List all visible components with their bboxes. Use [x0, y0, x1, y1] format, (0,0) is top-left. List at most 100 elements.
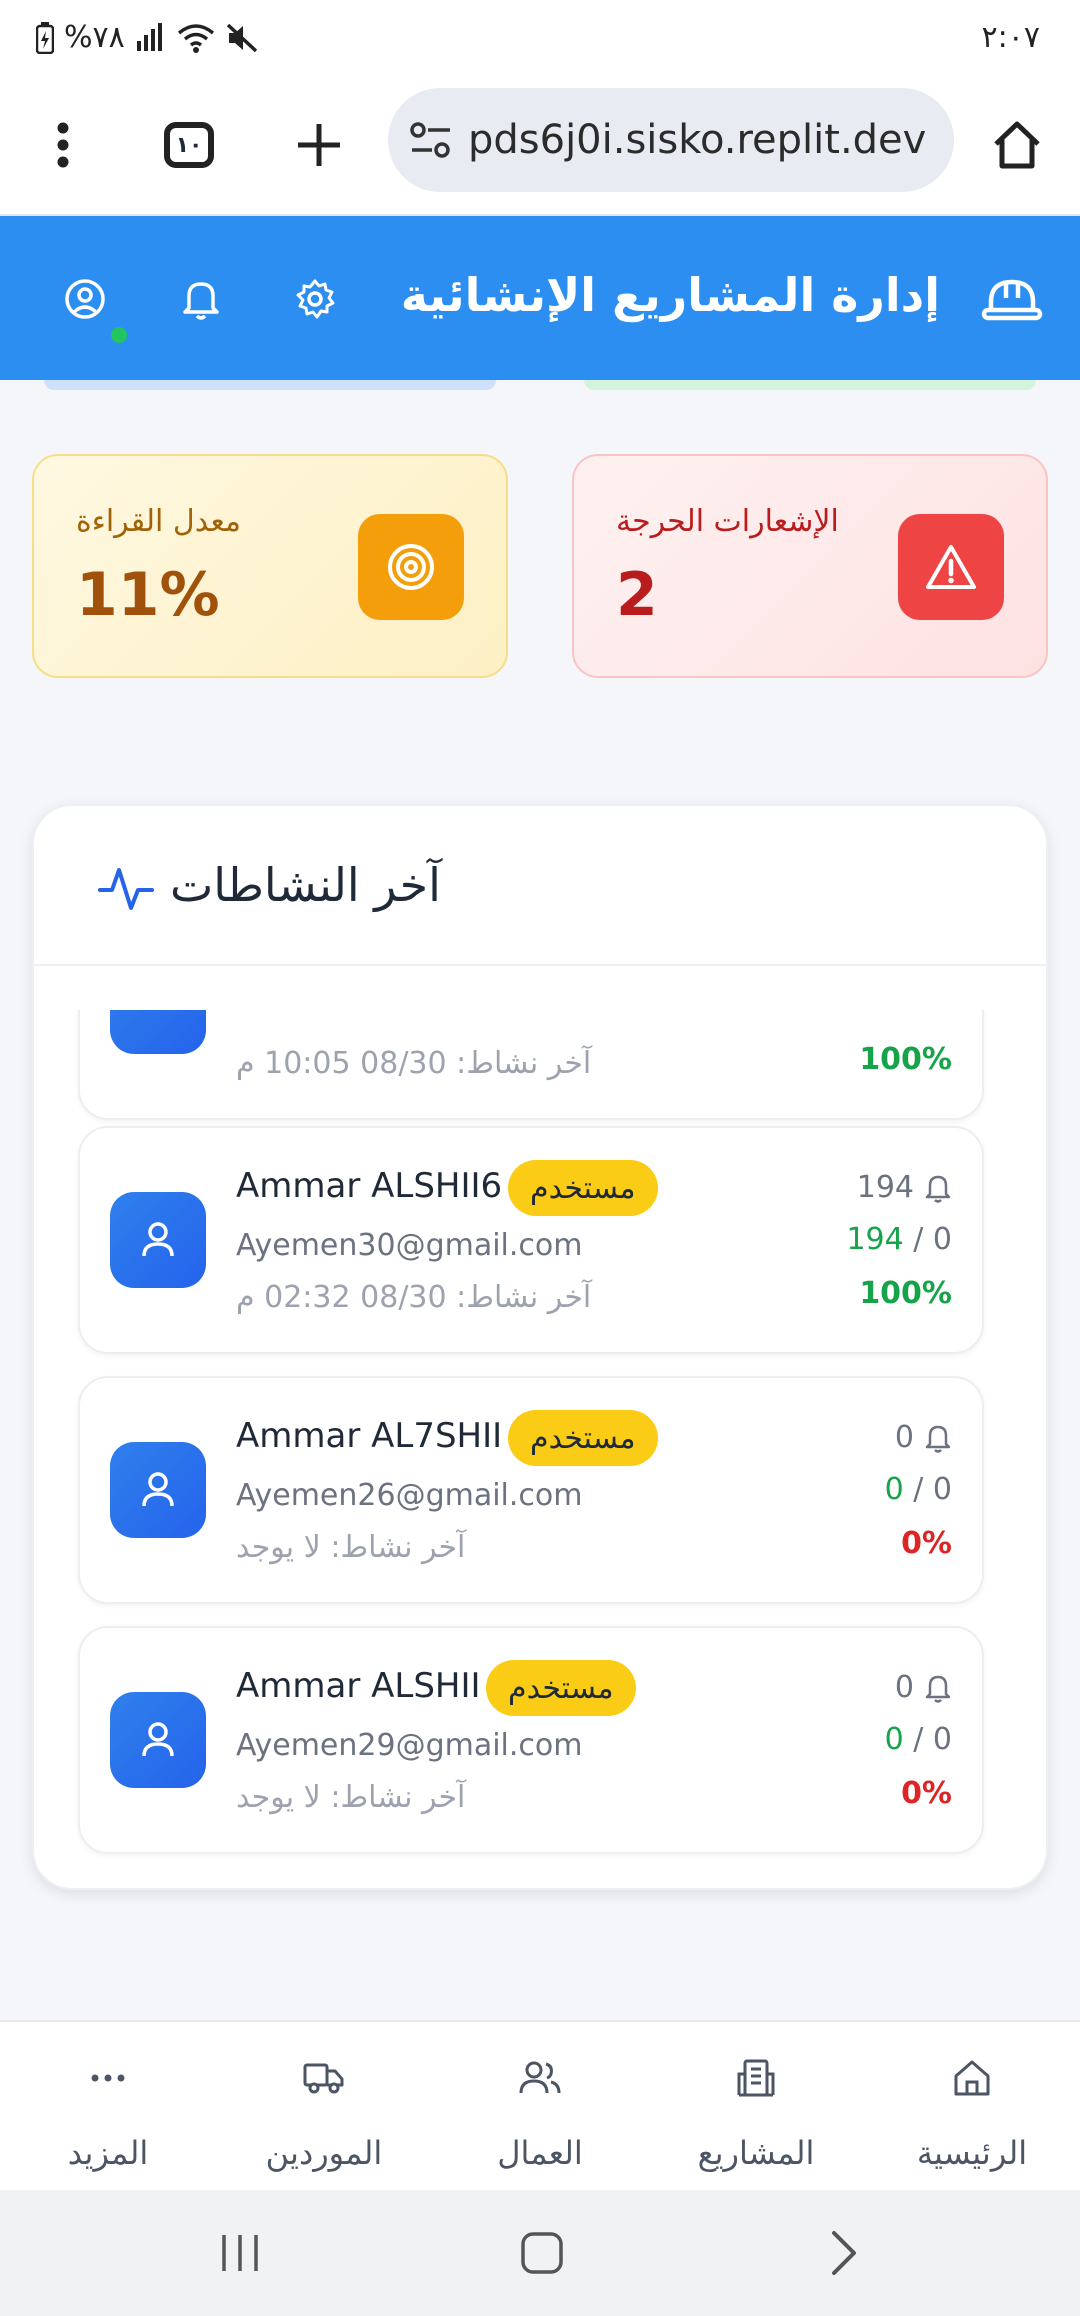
- browser-menu-icon[interactable]: [28, 110, 98, 180]
- notification-count: 194: [857, 1170, 952, 1205]
- notification-count: 0: [895, 1420, 952, 1455]
- mute-icon: [226, 23, 257, 52]
- nav-label-suppliers: الموردين: [265, 2134, 383, 2172]
- read-count: 0: [932, 1222, 952, 1257]
- activity-pulse-icon: [98, 868, 154, 910]
- nav-label-home: الرئيسية: [916, 2134, 1028, 2172]
- status-bar: %٧٨ ٢:٠٧: [0, 0, 1080, 80]
- user-email: Ayemen30@gmail.com: [236, 1228, 583, 1263]
- bell-icon[interactable]: [166, 264, 236, 334]
- nav-item-more[interactable]: المزيد: [0, 2022, 216, 2192]
- panel-header: آخر النشاطات: [34, 806, 1046, 966]
- user-name: Ammar AL7SHII: [236, 1416, 503, 1456]
- bell-outline-icon: [925, 1175, 951, 1203]
- read-percent: 100%: [859, 1276, 952, 1311]
- app-title: إدارة المشاريع الإنشائية: [400, 268, 940, 322]
- read-rate-card: معدل القراءة 11%: [32, 454, 508, 678]
- notification-count: 0: [895, 1670, 952, 1705]
- critical-value: 2: [616, 560, 658, 630]
- user-avatar: [110, 1010, 206, 1054]
- recent-apps-icon[interactable]: [200, 2216, 280, 2290]
- read-percent: 0%: [901, 1526, 952, 1561]
- critical-notifications-card: الإشعارات الحرجة 2: [572, 454, 1048, 678]
- user-avatar: [110, 1442, 206, 1538]
- activity-list[interactable]: آخر نشاط: 08/30 10:05 م 100% Ammar ALSHI…: [34, 1010, 1046, 1870]
- tab-count: ١٠: [164, 122, 214, 168]
- user-name: Ammar ALSHII: [236, 1666, 481, 1706]
- activity-card[interactable]: Ammar ALSHII6 مستخدم Ayemen30@gmail.com …: [78, 1126, 984, 1354]
- bell-outline-icon: [925, 1425, 951, 1453]
- nav-item-workers[interactable]: العمال: [432, 2022, 648, 2192]
- status-icons: %٧٨: [36, 20, 259, 55]
- role-badge: مستخدم: [508, 1410, 658, 1466]
- new-tab-icon[interactable]: [284, 110, 354, 180]
- last-activity: آخر نشاط: 08/30 02:32 م: [236, 1280, 592, 1315]
- nav-item-home[interactable]: الرئيسية: [864, 2022, 1080, 2192]
- battery-percent: %٧٨: [64, 20, 125, 55]
- nav-label-projects: المشاريع: [697, 2134, 815, 2172]
- critical-label: الإشعارات الحرجة: [616, 504, 839, 539]
- user-email: Ayemen26@gmail.com: [236, 1478, 583, 1513]
- activity-card[interactable]: Ammar AL7SHII مستخدم Ayemen26@gmail.com …: [78, 1376, 984, 1604]
- profile-icon[interactable]: [50, 264, 120, 334]
- read-percent: 100%: [859, 1042, 952, 1077]
- recent-activities-panel: آخر النشاطات آخر نشاط: 08/30 10:05 م 100…: [32, 804, 1048, 1890]
- bell-outline-icon: [925, 1675, 951, 1703]
- last-activity: آخر نشاط: 08/30 10:05 م: [236, 1046, 592, 1081]
- online-status-dot: [108, 324, 130, 346]
- site-settings-icon[interactable]: [408, 120, 454, 160]
- user-email: Ayemen29@gmail.com: [236, 1728, 583, 1763]
- home-browser-icon[interactable]: [982, 110, 1052, 180]
- sent-count: 0: [884, 1722, 904, 1757]
- activity-card[interactable]: آخر نشاط: 08/30 10:05 م 100%: [78, 1010, 984, 1120]
- users-icon: [510, 2048, 570, 2108]
- user-name: Ammar ALSHII6: [236, 1166, 503, 1206]
- read-count: 0: [932, 1472, 952, 1507]
- sent-count: 194: [846, 1222, 904, 1257]
- warning-triangle-icon: [898, 514, 1004, 620]
- tab-switcher-button[interactable]: ١٠: [154, 110, 224, 180]
- home-square-icon[interactable]: [502, 2216, 582, 2290]
- read-sent-ratio: 0 / 0: [884, 1722, 952, 1757]
- user-avatar: [110, 1192, 206, 1288]
- user-icon: [142, 1222, 174, 1257]
- truck-icon: [294, 2048, 354, 2108]
- system-navigation: [0, 2190, 1080, 2316]
- read-sent-ratio: 194 / 0: [846, 1222, 952, 1257]
- back-chevron-icon[interactable]: [804, 2216, 884, 2290]
- nav-item-projects[interactable]: المشاريع: [648, 2022, 864, 2192]
- battery-icon: [36, 21, 54, 54]
- role-badge: مستخدم: [508, 1160, 658, 1216]
- clock: ٢:٠٧: [981, 20, 1040, 55]
- panel-title: آخر النشاطات: [170, 858, 441, 912]
- nav-label-more: المزيد: [67, 2134, 149, 2172]
- role-badge: مستخدم: [486, 1660, 636, 1716]
- read-rate-label: معدل القراءة: [76, 504, 241, 539]
- browser-toolbar: ١٠ pds6j0i.sisko.replit.dev: [0, 80, 1080, 216]
- previous-card-edge: [44, 380, 496, 390]
- bottom-navigation: المزيد الموردين العمال المشاريع الرئيسية: [0, 2020, 1080, 2190]
- read-percent: 0%: [901, 1776, 952, 1811]
- nav-label-workers: العمال: [497, 2134, 583, 2172]
- sent-count: 0: [884, 1472, 904, 1507]
- read-rate-value: 11%: [76, 560, 220, 630]
- activity-card[interactable]: Ammar ALSHII مستخدم Ayemen29@gmail.com آ…: [78, 1626, 984, 1854]
- wifi-icon: [177, 23, 214, 53]
- address-bar[interactable]: pds6j0i.sisko.replit.dev: [388, 88, 954, 192]
- read-sent-ratio: 0 / 0: [884, 1472, 952, 1507]
- hard-hat-icon: [972, 264, 1052, 334]
- settings-gear-icon[interactable]: [280, 264, 350, 334]
- last-activity: آخر نشاط: لا يوجد: [236, 1780, 466, 1815]
- target-icon: [358, 514, 464, 620]
- notification-count-value: 0: [894, 1420, 914, 1455]
- more-dots-icon: [78, 2048, 138, 2108]
- user-icon: [142, 1472, 174, 1507]
- home-icon: [942, 2048, 1002, 2108]
- notification-count-value: 0: [894, 1670, 914, 1705]
- app-header: إدارة المشاريع الإنشائية: [0, 216, 1080, 380]
- url-text: pds6j0i.sisko.replit.dev: [468, 117, 927, 163]
- read-count: 0: [932, 1722, 952, 1757]
- previous-card-edge: [584, 380, 1036, 390]
- nav-item-suppliers[interactable]: الموردين: [216, 2022, 432, 2192]
- building-icon: [726, 2048, 786, 2108]
